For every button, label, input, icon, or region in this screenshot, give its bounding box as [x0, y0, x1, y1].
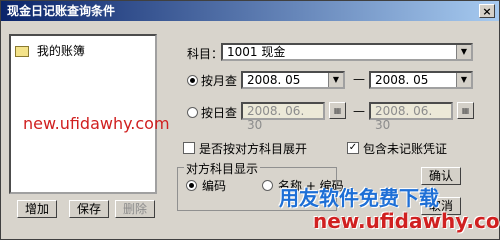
calendar-icon[interactable]: ▦ — [457, 102, 474, 119]
query-dialog: 现金日记账查询条件 × 我的账簿 增加 保存 删除 科目： 1001 现金 ▼ … — [0, 0, 500, 240]
month-from-value: 2008. 05 — [247, 73, 301, 87]
tree-node-label: 我的账簿 — [36, 44, 85, 58]
name-code-radio[interactable] — [262, 180, 273, 191]
by-month-radio[interactable] — [187, 75, 198, 86]
include-unposted-label: 包含未记账凭证 — [363, 142, 448, 156]
code-radio[interactable] — [186, 180, 197, 191]
day-from-input[interactable]: 2008. 06. 30 — [241, 102, 325, 132]
save-button[interactable]: 保存 — [69, 200, 109, 218]
calendar-icon[interactable]: ▦ — [329, 102, 346, 119]
by-month-label: 按月查 — [201, 74, 238, 88]
chevron-down-icon[interactable]: ▼ — [456, 45, 471, 59]
day-to-input[interactable]: 2008. 06. 30 — [369, 102, 453, 132]
month-to-select[interactable]: 2008. 05 ▼ — [369, 71, 473, 89]
watermark-url-right: new.ufidawhy.com — [313, 209, 500, 233]
add-button[interactable]: 增加 — [17, 200, 57, 218]
by-day-radio[interactable] — [187, 107, 198, 118]
expand-counter-label: 是否按对方科目展开 — [199, 142, 308, 156]
day-from-value: 2008. 06. 30 — [247, 104, 305, 132]
dialog-title: 现金日记账查询条件 — [7, 4, 116, 18]
chevron-down-icon[interactable]: ▼ — [328, 73, 343, 87]
month-from-select[interactable]: 2008. 05 ▼ — [241, 71, 345, 89]
counter-display-caption: 对方科目显示 — [184, 160, 261, 177]
close-icon[interactable]: × — [479, 4, 495, 18]
delete-button[interactable]: 删除 — [115, 200, 155, 218]
watermark-url-left: new.ufidawhy.com — [23, 114, 170, 133]
subject-select[interactable]: 1001 现金 ▼ — [221, 43, 473, 61]
subject-label: 科目： — [187, 47, 224, 61]
title-bar: 现金日记账查询条件 × — [1, 1, 499, 21]
month-range-dash: — — [353, 72, 365, 86]
day-range-dash: — — [353, 104, 365, 118]
day-to-value: 2008. 06. 30 — [375, 104, 433, 132]
by-day-label: 按日查 — [201, 106, 238, 120]
code-label: 编码 — [202, 179, 227, 193]
month-to-value: 2008. 05 — [375, 73, 429, 87]
include-unposted-checkbox[interactable]: ✓ — [347, 142, 359, 154]
expand-counter-checkbox[interactable] — [183, 142, 195, 154]
chevron-down-icon[interactable]: ▼ — [456, 73, 471, 87]
folder-icon — [15, 46, 29, 57]
watermark-brand: 用友软件免费下载 — [279, 186, 439, 210]
tree-node-my-books[interactable]: 我的账簿 — [15, 42, 85, 59]
subject-value: 1001 现金 — [227, 45, 286, 59]
